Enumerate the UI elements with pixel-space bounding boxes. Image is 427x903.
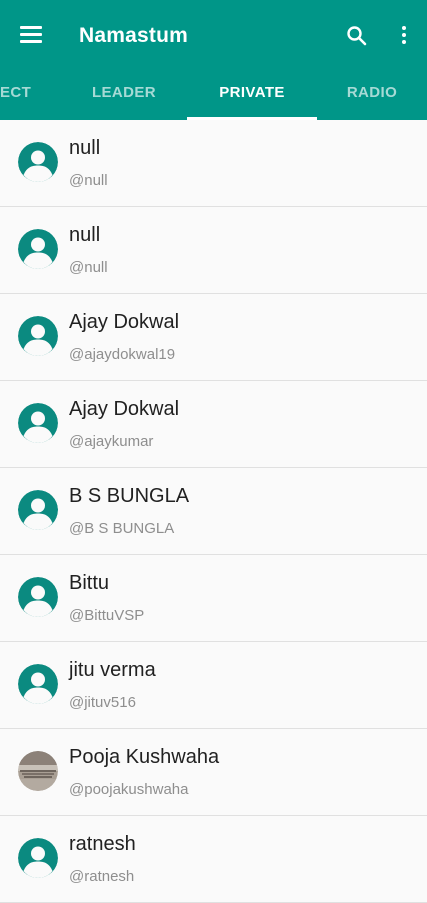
list-item[interactable]: Ajay Dokwal @ajaykumar xyxy=(0,381,427,468)
contact-handle: @null xyxy=(69,172,108,189)
list-item[interactable]: jitu verma @jituv516 xyxy=(0,642,427,729)
contact-handle: @poojakushwaha xyxy=(69,781,189,798)
tab-bar: ECT LEADER PRIVATE RADIO xyxy=(0,72,427,120)
contact-handle: @jituv516 xyxy=(69,694,136,711)
list-item[interactable]: Ajay Dokwal @ajaydokwal19 xyxy=(0,294,427,381)
tab-ect[interactable]: ECT xyxy=(0,72,34,120)
tab-private[interactable]: PRIVATE xyxy=(187,72,317,120)
search-icon[interactable] xyxy=(345,24,369,48)
toolbar: Namastum xyxy=(0,0,427,72)
list-item[interactable]: B S BUNGLA @B S BUNGLA xyxy=(0,468,427,555)
list-item[interactable]: Bittu @BittuVSP xyxy=(0,555,427,642)
list-item[interactable]: Pooja Kushwaha @poojakushwaha xyxy=(0,729,427,816)
contact-handle: @BittuVSP xyxy=(69,607,145,624)
contact-name: Bittu xyxy=(69,572,110,594)
contact-name: B S BUNGLA xyxy=(69,485,190,507)
contact-handle: @ajaydokwal19 xyxy=(69,346,176,363)
default-avatar-icon xyxy=(18,142,58,182)
list-item[interactable]: null @null xyxy=(0,120,427,207)
default-avatar-icon xyxy=(18,838,58,878)
hamburger-menu-icon[interactable] xyxy=(20,26,42,44)
contact-name: ratnesh xyxy=(69,833,136,855)
contact-name: jitu verma xyxy=(69,659,156,681)
contact-name: Ajay Dokwal xyxy=(69,398,180,420)
default-avatar-icon xyxy=(18,316,58,356)
default-avatar-icon xyxy=(18,664,58,704)
contact-handle: @B S BUNGLA xyxy=(69,520,175,537)
contact-handle: @ratnesh xyxy=(69,868,135,885)
app-title: Namastum xyxy=(79,24,188,47)
contact-handle: @ajaykumar xyxy=(69,433,154,450)
contact-name: null xyxy=(69,224,101,246)
contact-name: Pooja Kushwaha xyxy=(69,746,220,768)
contact-list: null @null null @null Ajay Dokwal @ajaydokw… xyxy=(0,120,427,903)
tab-leader[interactable]: LEADER xyxy=(64,72,184,120)
list-item[interactable]: null @null xyxy=(0,207,427,294)
app-bar: Namastum ECT LEADER PRIVATE RADIO xyxy=(0,0,427,120)
default-avatar-icon xyxy=(18,403,58,443)
contact-handle: @null xyxy=(69,259,108,276)
avatar xyxy=(18,751,58,791)
default-avatar-icon xyxy=(18,490,58,530)
contact-name: null xyxy=(69,137,101,159)
default-avatar-icon xyxy=(18,229,58,269)
tab-radio[interactable]: RADIO xyxy=(322,72,422,120)
default-avatar-icon xyxy=(18,577,58,617)
contact-name: Ajay Dokwal xyxy=(69,311,180,333)
list-item[interactable]: ratnesh @ratnesh xyxy=(0,816,427,903)
more-vert-icon[interactable] xyxy=(398,24,410,48)
